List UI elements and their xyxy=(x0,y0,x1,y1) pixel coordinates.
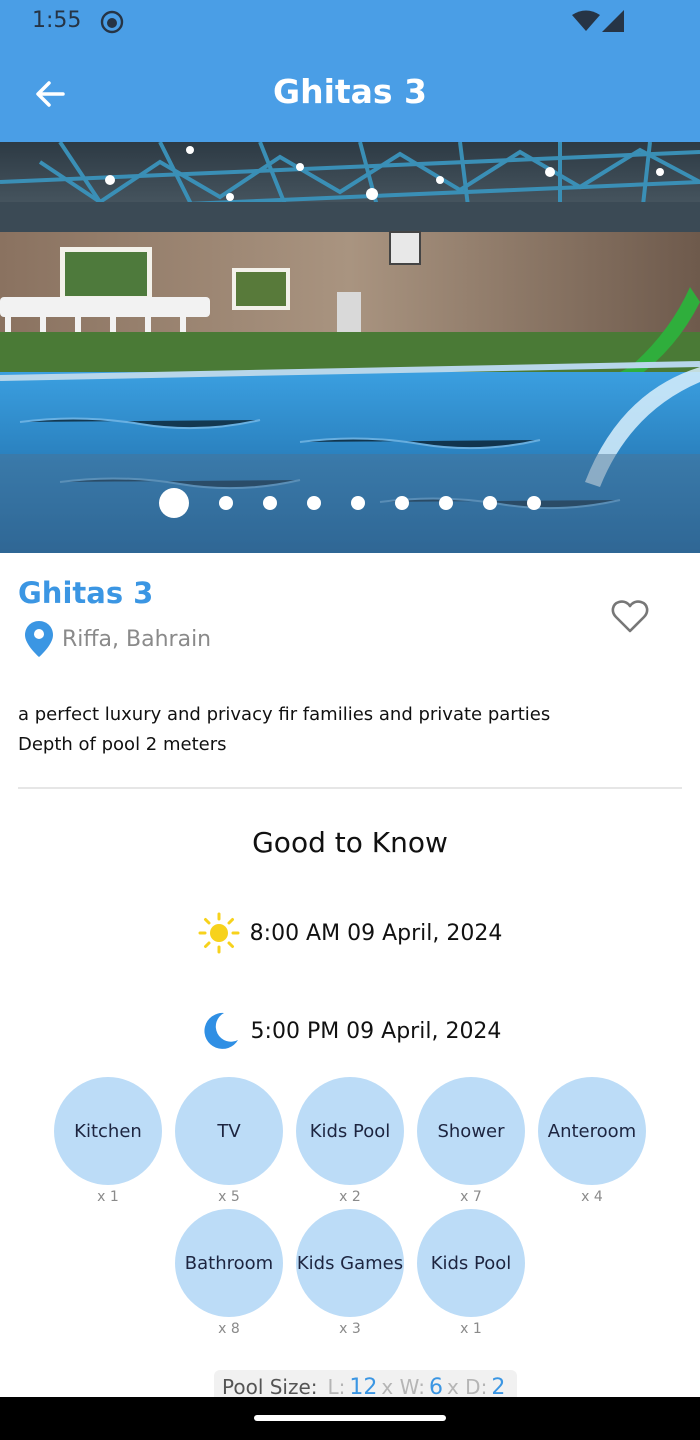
app-notification-icon xyxy=(100,10,124,34)
carousel-indicator[interactable] xyxy=(0,486,700,520)
system-nav-bar xyxy=(0,1397,700,1440)
moon-icon xyxy=(203,1012,238,1049)
pool-size-label: Pool Size: xyxy=(222,1375,318,1399)
amenity-count: x 8 xyxy=(218,1321,240,1337)
amenity-label: Kids Games xyxy=(296,1209,404,1317)
carousel-dot[interactable] xyxy=(439,496,453,510)
amenity-label: Kids Pool xyxy=(417,1209,525,1317)
amenity-item: Bathroom x 8 xyxy=(175,1209,283,1337)
location-text: Riffa, Bahrain xyxy=(62,626,212,652)
favorite-heart-icon[interactable] xyxy=(610,596,650,636)
amenity-item: Kids Pool x 2 xyxy=(296,1077,404,1205)
status-time: 1:55 xyxy=(32,8,82,33)
listing-description: a perfect luxury and privacy fir familie… xyxy=(18,700,550,760)
amenity-label: TV xyxy=(175,1077,283,1185)
carousel-dot[interactable] xyxy=(219,496,233,510)
check-out-time: 5:00 PM 09 April, 2024 xyxy=(250,1018,502,1044)
check-in-time: 8:00 AM 09 April, 2024 xyxy=(249,920,503,946)
carousel-dot[interactable] xyxy=(395,496,409,510)
check-in-row: 8:00 AM 09 April, 2024 xyxy=(0,912,700,954)
amenity-item: Anteroom x 4 xyxy=(538,1077,646,1205)
check-out-row: 5:00 PM 09 April, 2024 xyxy=(0,1010,700,1052)
pool-length-label: L: xyxy=(327,1375,346,1399)
listing-title: Ghitas 3 xyxy=(18,576,154,610)
page-title: Ghitas 3 xyxy=(272,72,428,111)
app-bar: Ghitas 3 xyxy=(0,46,700,142)
signal-icon xyxy=(602,10,624,32)
carousel-dot[interactable] xyxy=(307,496,321,510)
pool-depth-value: 2 xyxy=(491,1374,506,1400)
carousel-dot[interactable] xyxy=(159,488,189,518)
amenity-label: Kids Pool xyxy=(296,1077,404,1185)
listing-location: Riffa, Bahrain xyxy=(24,620,211,658)
amenity-item: Kitchen x 1 xyxy=(54,1077,162,1205)
amenity-count: x 1 xyxy=(97,1189,119,1205)
description-line: Depth of pool 2 meters xyxy=(18,734,227,755)
amenity-item: Kids Games x 3 xyxy=(296,1209,404,1337)
amenity-count: x 1 xyxy=(460,1321,482,1337)
amenity-count: x 3 xyxy=(339,1321,361,1337)
amenity-label: Anteroom xyxy=(538,1077,646,1185)
status-bar: 1:55 xyxy=(0,0,700,46)
pool-depth-label: x D: xyxy=(446,1375,488,1399)
good-to-know-title: Good to Know xyxy=(252,826,448,859)
pool-width-value: 6 xyxy=(428,1374,443,1400)
amenity-label: Bathroom xyxy=(175,1209,283,1317)
location-pin-icon xyxy=(25,621,53,657)
amenity-count: x 5 xyxy=(218,1189,240,1205)
description-line: a perfect luxury and privacy fir familie… xyxy=(18,704,551,725)
carousel-dot[interactable] xyxy=(483,496,497,510)
pool-length-value: 12 xyxy=(349,1374,378,1400)
amenity-count: x 2 xyxy=(339,1189,361,1205)
wifi-icon xyxy=(572,10,600,31)
carousel-dot[interactable] xyxy=(527,496,541,510)
sun-icon xyxy=(198,912,240,954)
carousel-dot[interactable] xyxy=(263,496,277,510)
home-gesture-handle[interactable] xyxy=(254,1415,446,1421)
amenity-label: Shower xyxy=(417,1077,525,1185)
amenity-label: Kitchen xyxy=(54,1077,162,1185)
amenity-item: Kids Pool x 1 xyxy=(417,1209,525,1337)
divider xyxy=(18,787,682,789)
amenity-item: TV x 5 xyxy=(175,1077,283,1205)
carousel-dot[interactable] xyxy=(351,496,365,510)
amenity-item: Shower x 7 xyxy=(417,1077,525,1205)
amenity-count: x 7 xyxy=(460,1189,482,1205)
amenity-count: x 4 xyxy=(581,1189,603,1205)
pool-width-label: x W: xyxy=(381,1375,425,1399)
